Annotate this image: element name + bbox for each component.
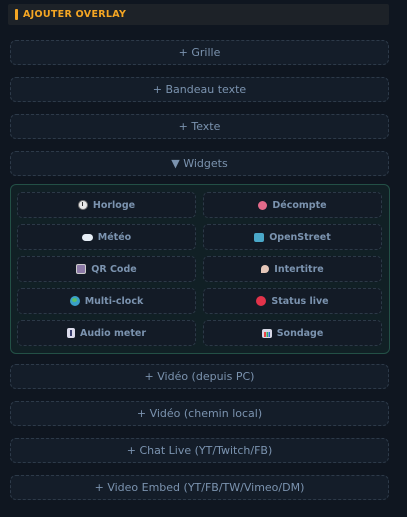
widget-countdown-button[interactable]: Décompte [203,192,382,218]
alarm-clock-icon [258,200,268,210]
widget-clock-button[interactable]: Horloge [17,192,196,218]
widget-label: Décompte [272,199,327,211]
add-grid-button[interactable]: + Grille [10,40,389,65]
add-video-embed-button[interactable]: + Video Embed (YT/FB/TW/Vimeo/DM) [10,475,389,500]
widget-label: Audio meter [79,327,147,339]
widget-openstreet-button[interactable]: OpenStreet [203,224,382,250]
add-chat-live-button[interactable]: + Chat Live (YT/Twitch/FB) [10,438,389,463]
add-video-local-button[interactable]: + Vidéo (chemin local) [10,401,389,426]
pin-icon [261,265,270,273]
widget-label: Météo [97,231,132,243]
map-icon [254,232,265,242]
add-video-pc-button[interactable]: + Vidéo (depuis PC) [10,364,389,389]
section-header: AJOUTER OVERLAY [8,4,389,25]
widget-label: Multi-clock [84,295,144,307]
widget-label: Horloge [92,199,136,211]
meter-icon [66,328,75,338]
cloud-icon [81,233,93,241]
widget-intertitle-button[interactable]: Intertitre [203,256,382,282]
widgets-toggle-button[interactable]: ▼ Widgets [10,151,389,176]
globe-icon [69,296,80,306]
widget-audio-meter-button[interactable]: Audio meter [17,320,196,346]
widget-qrcode-button[interactable]: QR Code [17,256,196,282]
widget-status-live-button[interactable]: Status live [203,288,382,314]
qr-icon [76,264,87,274]
widget-label: QR Code [91,263,137,275]
add-banner-button[interactable]: + Bandeau texte [10,77,389,102]
widgets-panel: Horloge Décompte Météo OpenStreet QR Cod… [10,184,390,354]
widget-label: Status live [271,295,329,307]
widget-label: Sondage [276,327,324,339]
widget-label: Intertitre [274,263,324,275]
clock-icon [77,200,88,210]
red-dot-icon [256,296,267,306]
section-title: AJOUTER OVERLAY [23,9,127,20]
chart-icon [261,328,272,338]
widget-label: OpenStreet [269,231,331,243]
add-text-button[interactable]: + Texte [10,114,389,139]
widget-weather-button[interactable]: Météo [17,224,196,250]
accent-bar [15,9,18,20]
widget-multiclock-button[interactable]: Multi-clock [17,288,196,314]
widget-poll-button[interactable]: Sondage [203,320,382,346]
